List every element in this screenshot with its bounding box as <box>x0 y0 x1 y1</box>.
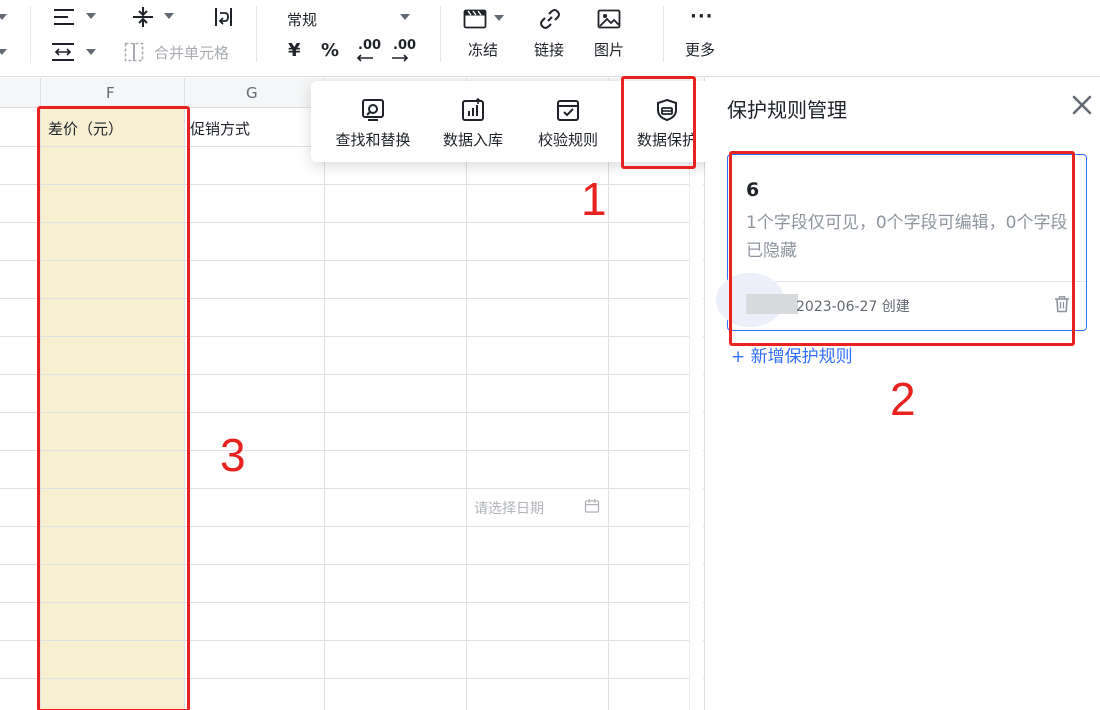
shield-lock-icon <box>654 97 680 123</box>
column-line <box>324 108 325 710</box>
row-line <box>0 336 704 337</box>
menu-item-label: 数据保护 <box>636 131 697 149</box>
menu-item-label: 校验规则 <box>537 131 598 149</box>
menu-item-label: 数据入库 <box>442 131 503 149</box>
row-line <box>0 412 704 413</box>
rule-name: 6 <box>746 179 760 201</box>
creator-name-redacted <box>746 294 798 314</box>
chevron-down-icon[interactable] <box>400 14 410 20</box>
column-header-f[interactable]: F <box>106 84 115 102</box>
decimal-decrease-button[interactable]: .00 <box>355 38 381 64</box>
row-line <box>0 526 704 527</box>
date-picker-cell[interactable]: 请选择日期 <box>474 498 544 518</box>
freeze-label[interactable]: 冻结 <box>468 39 498 60</box>
vertical-align-icon[interactable] <box>130 5 156 29</box>
toolbar-divider <box>256 6 257 62</box>
freeze-icon[interactable] <box>462 7 488 31</box>
align-left-icon[interactable] <box>52 6 76 28</box>
image-label[interactable]: 图片 <box>594 39 624 60</box>
column-header-g[interactable]: G <box>246 84 258 102</box>
cell-f1[interactable]: 差价（元） <box>48 118 123 139</box>
header-divider <box>40 78 41 108</box>
chevron-down-icon[interactable] <box>494 15 504 21</box>
row-line <box>0 602 704 603</box>
toolbar-divider <box>663 6 664 62</box>
rule-created-date: 2023-06-27 创建 <box>796 299 910 315</box>
annotation-label-1: 1 <box>581 173 607 225</box>
row-line <box>0 450 704 451</box>
toolbar-divider <box>30 6 31 62</box>
column-line <box>466 108 467 710</box>
cell-g1[interactable]: 促销方式 <box>190 118 250 139</box>
decimal-increase-button[interactable]: .00 <box>390 38 416 64</box>
data-import-icon <box>460 97 486 123</box>
more-label[interactable]: 更多 <box>685 39 715 60</box>
column-line <box>184 108 185 710</box>
trash-icon[interactable] <box>1054 295 1072 315</box>
percent-format-button[interactable]: % <box>321 40 339 61</box>
menu-item-data-protection[interactable]: 数据保护 <box>623 81 711 162</box>
menu-item-find-replace[interactable]: 查找和替换 <box>325 81 421 162</box>
menu-item-data-import[interactable]: 数据入库 <box>429 81 517 162</box>
validation-icon <box>555 97 581 123</box>
find-replace-icon <box>360 97 386 123</box>
row-line <box>0 260 704 261</box>
rule-description: 1个字段仅可见，0个字段可编辑，0个字段已隐藏 <box>746 213 1068 261</box>
image-icon[interactable] <box>596 7 622 31</box>
more-tools-menu: 查找和替换 数据入库 校验规则 数据保护 <box>311 81 718 162</box>
row-line <box>0 488 704 489</box>
number-format-select[interactable]: 常规 <box>287 9 317 30</box>
row-line <box>0 298 704 299</box>
card-divider <box>728 281 1086 282</box>
row-line <box>0 640 704 641</box>
calendar-icon[interactable] <box>584 498 600 514</box>
menu-item-label: 查找和替换 <box>335 131 411 149</box>
panel-title: 保护规则管理 <box>727 98 847 122</box>
indent-icon[interactable] <box>50 41 76 63</box>
row-line <box>0 678 704 679</box>
column-line <box>608 108 609 710</box>
annotation-label-3: 3 <box>220 429 246 481</box>
chevron-down-icon[interactable] <box>86 49 96 55</box>
protection-rule-card[interactable]: 6 1个字段仅可见，0个字段可编辑，0个字段已隐藏 2023-06-27 创建 <box>716 154 1087 331</box>
column-line <box>40 108 41 710</box>
row-line <box>0 374 704 375</box>
chevron-down-icon[interactable] <box>164 13 174 19</box>
link-icon[interactable] <box>537 7 563 31</box>
text-wrap-icon[interactable] <box>210 5 236 29</box>
merge-cells-label: 合并单元格 <box>154 44 230 62</box>
toolbar: 合并单元格 常规 ¥ % .00 .00 冻结 链接 图片 ··· 更多 <box>0 0 1100 77</box>
menu-item-validation[interactable]: 校验规则 <box>525 81 611 162</box>
add-protection-rule-button[interactable]: + 新增保护规则 <box>731 342 853 367</box>
link-label[interactable]: 链接 <box>534 39 564 60</box>
merge-cells-icon <box>122 41 146 63</box>
vertical-scrollbar[interactable] <box>689 78 703 710</box>
protected-column-f[interactable] <box>40 108 184 710</box>
row-line <box>0 564 704 565</box>
toolbar-divider <box>440 6 441 62</box>
currency-format-button[interactable]: ¥ <box>288 40 301 61</box>
more-icon[interactable]: ··· <box>690 6 714 27</box>
annotation-label-2: 2 <box>890 373 916 425</box>
header-divider <box>184 78 185 108</box>
close-icon[interactable] <box>1071 94 1093 116</box>
chevron-down-icon[interactable] <box>0 49 7 55</box>
chevron-down-icon[interactable] <box>0 14 7 20</box>
chevron-down-icon[interactable] <box>86 13 96 19</box>
